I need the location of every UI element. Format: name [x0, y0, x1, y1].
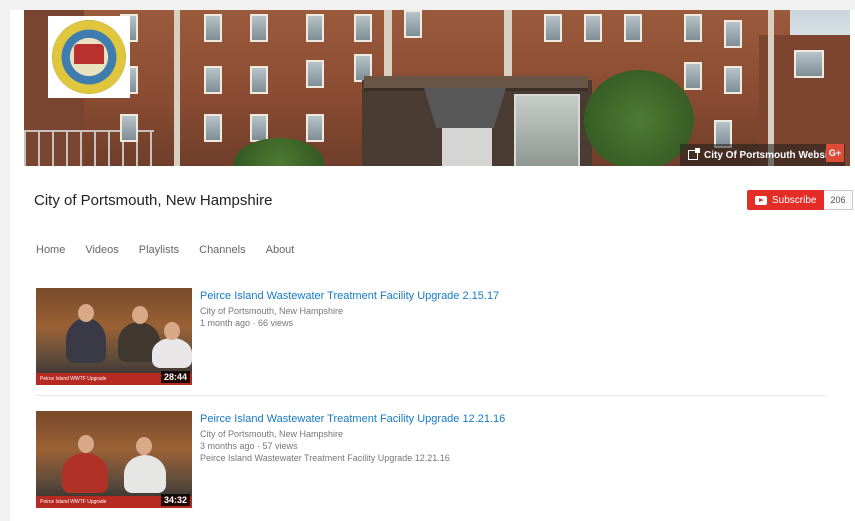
channel-title: City of Portsmouth, New Hampshire — [34, 192, 273, 209]
video-duration: 28:44 — [160, 371, 190, 383]
banner-window — [250, 14, 268, 42]
banner-window — [724, 66, 742, 94]
video-channel[interactable]: City of Portsmouth, New Hampshire — [200, 428, 505, 440]
banner-window — [204, 66, 222, 94]
banner-window — [624, 14, 642, 42]
youtube-play-icon — [755, 195, 767, 205]
video-thumbnail[interactable]: Peirce Island WWTF Upgrade 28:44 — [36, 288, 192, 385]
banner-window — [794, 50, 824, 78]
website-link-label: City Of Portsmouth Website — [704, 149, 837, 161]
banner-window — [306, 60, 324, 88]
channel-website-link[interactable]: City Of Portsmouth Website — [680, 144, 845, 166]
tab-about[interactable]: About — [266, 244, 295, 256]
banner-trim — [174, 10, 180, 166]
thumb-person — [66, 318, 106, 363]
banner-window — [306, 114, 324, 142]
subscriber-count: 206 — [824, 190, 853, 210]
subscribe-group: Subscribe 206 — [747, 190, 853, 210]
banner-window — [584, 14, 602, 42]
subscribe-label: Subscribe — [772, 194, 817, 206]
banner-trim — [504, 10, 512, 80]
banner-window — [306, 14, 324, 42]
banner-glass-facade — [514, 94, 580, 166]
thumb-person — [152, 338, 192, 368]
video-channel[interactable]: City of Portsmouth, New Hampshire — [200, 305, 499, 317]
tab-home[interactable]: Home — [36, 244, 65, 256]
banner-window — [250, 114, 268, 142]
video-description: Peirce Island Wastewater Treatment Facil… — [200, 453, 450, 463]
google-plus-button[interactable]: G+ — [826, 144, 844, 162]
banner-trim — [384, 10, 392, 80]
tab-videos[interactable]: Videos — [85, 244, 118, 256]
banner-window — [250, 66, 268, 94]
banner-window — [544, 14, 562, 42]
video-duration: 34:32 — [160, 494, 190, 506]
banner-window — [354, 14, 372, 42]
thumb-head — [78, 304, 94, 322]
banner-window — [684, 62, 702, 90]
thumb-head — [164, 322, 180, 340]
banner-trim — [768, 10, 774, 166]
video-info: Peirce Island Wastewater Treatment Facil… — [200, 290, 499, 329]
channel-banner: City Of Portsmouth Website G+ — [24, 10, 850, 166]
banner-window — [684, 14, 702, 42]
video-meta: 1 month ago · 66 views — [200, 318, 294, 328]
tab-playlists[interactable]: Playlists — [139, 244, 179, 256]
banner-window — [724, 20, 742, 48]
banner-window — [120, 114, 138, 142]
google-plus-icon: G+ — [828, 148, 842, 158]
banner-shrub — [234, 138, 324, 166]
thumb-head — [78, 435, 94, 453]
video-info: Peirce Island Wastewater Treatment Facil… — [200, 413, 505, 464]
city-seal-icon — [52, 20, 126, 94]
video-item: Peirce Island WWTF Upgrade 28:44 Peirce … — [36, 288, 836, 388]
video-meta: 3 months ago · 57 views — [200, 441, 298, 451]
external-link-icon — [688, 148, 700, 160]
banner-tree — [584, 70, 694, 166]
video-divider — [36, 395, 826, 396]
channel-page: City Of Portsmouth Website G+ City of Po… — [10, 10, 855, 521]
subscribe-button[interactable]: Subscribe — [747, 190, 825, 210]
thumb-head — [136, 437, 152, 455]
banner-window — [404, 10, 422, 38]
video-title[interactable]: Peirce Island Wastewater Treatment Facil… — [200, 290, 499, 302]
thumb-person — [124, 455, 166, 493]
banner-window — [204, 14, 222, 42]
channel-logo[interactable] — [48, 16, 130, 98]
video-title[interactable]: Peirce Island Wastewater Treatment Facil… — [200, 413, 505, 425]
thumb-person — [62, 453, 108, 493]
thumb-head — [132, 306, 148, 324]
video-thumbnail[interactable]: Peirce Island WWTF Upgrade 34:32 — [36, 411, 192, 508]
video-item: Peirce Island WWTF Upgrade 34:32 Peirce … — [36, 411, 836, 511]
channel-tabs: Home Videos Playlists Channels About — [36, 244, 294, 256]
banner-awning — [424, 88, 506, 128]
banner-window — [204, 114, 222, 142]
tab-channels[interactable]: Channels — [199, 244, 245, 256]
banner-entrance — [442, 128, 492, 166]
